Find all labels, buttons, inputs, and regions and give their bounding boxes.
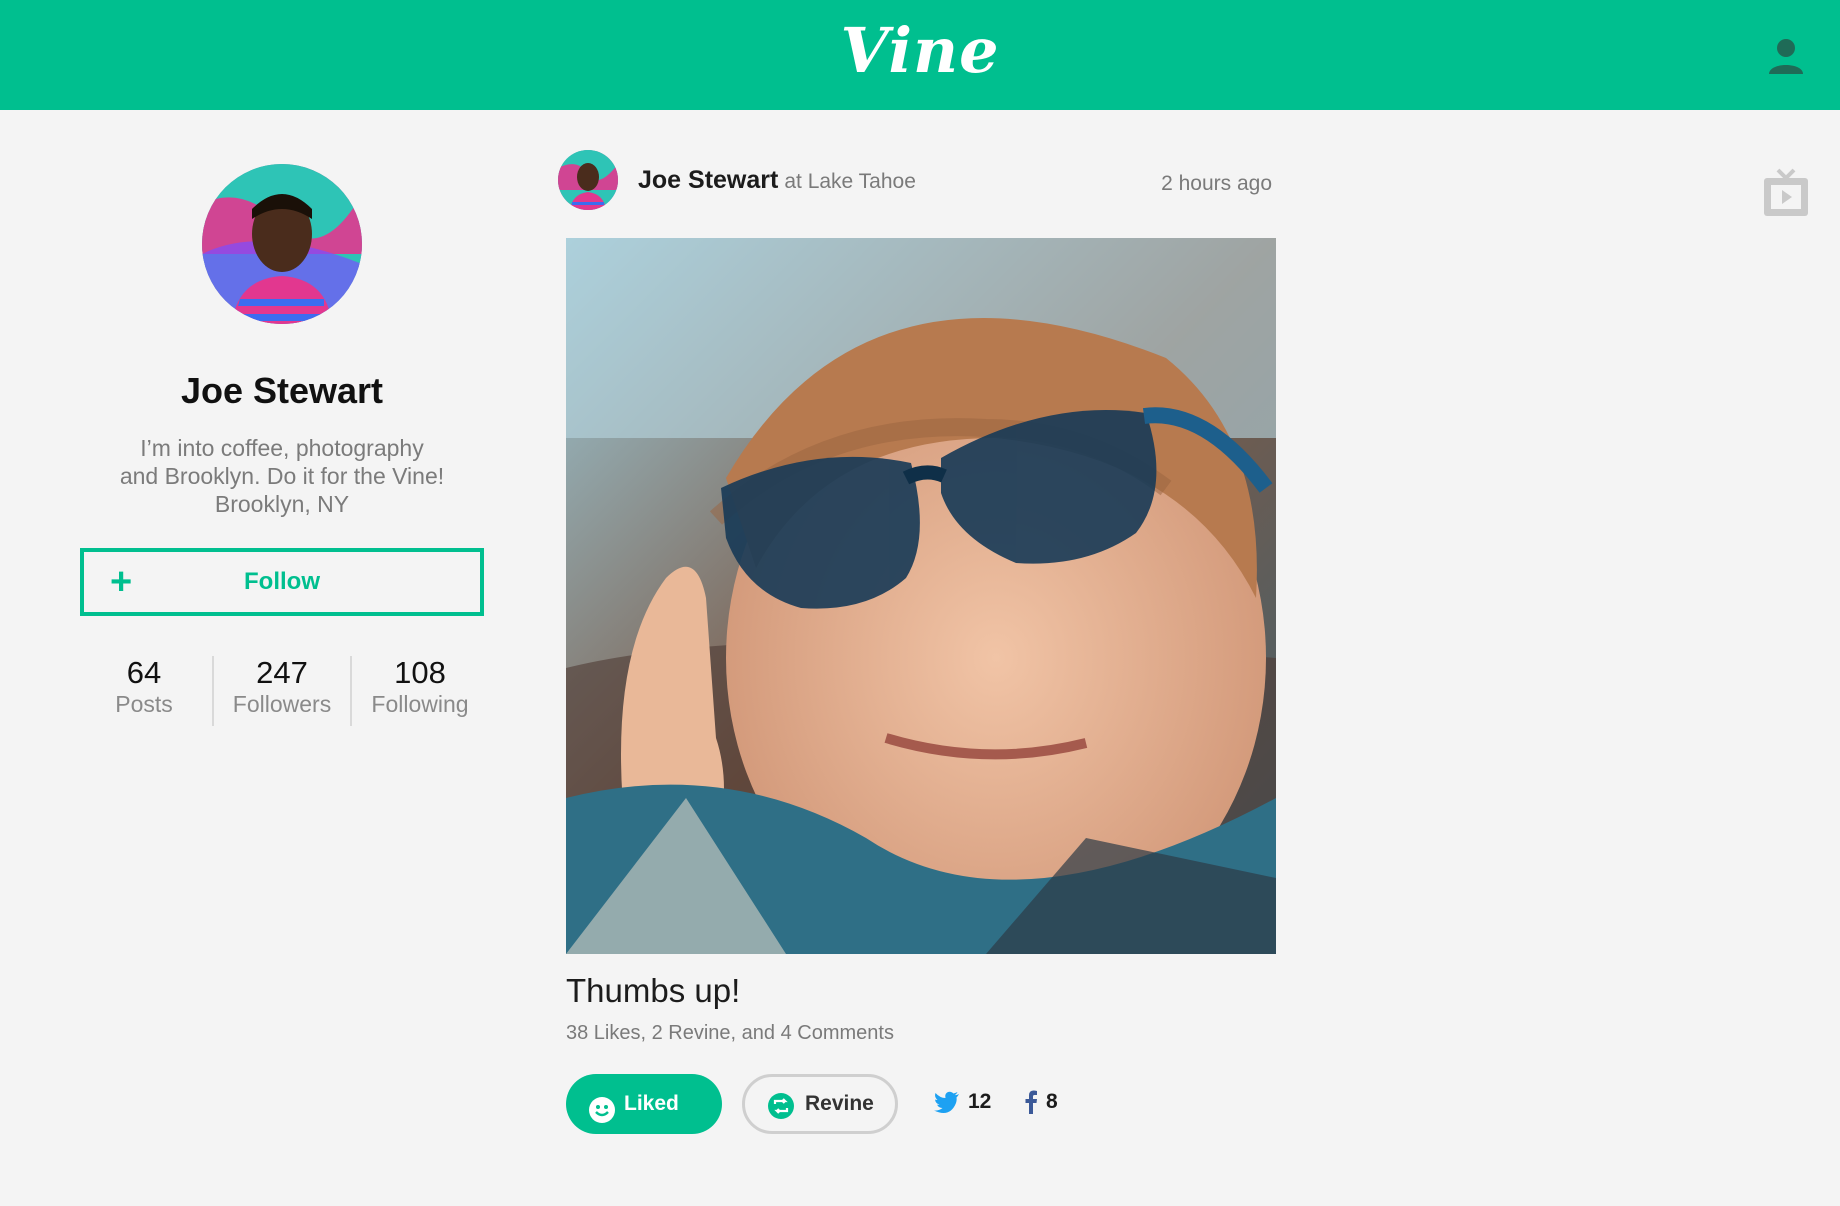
- post-engagement-counts[interactable]: 38 Likes, 2 Revine, and 4 Comments: [566, 1022, 894, 1045]
- liked-label: Liked: [624, 1092, 679, 1115]
- profile-stats: 64 Posts 247 Followers 108 Following: [80, 656, 484, 726]
- tv-icon[interactable]: [1762, 166, 1810, 218]
- stat-followers[interactable]: 247 Followers: [218, 656, 346, 726]
- follow-label: Follow: [244, 568, 320, 595]
- liked-button[interactable]: Liked: [566, 1074, 722, 1134]
- post-caption: Thumbs up!: [566, 972, 741, 1009]
- twitter-count: 12: [968, 1090, 992, 1113]
- profile-avatar[interactable]: [202, 164, 362, 324]
- twitter-share[interactable]: 12: [934, 1090, 991, 1114]
- plus-icon: +: [110, 561, 133, 603]
- stat-value: 247: [256, 655, 308, 690]
- post-header: Joe Stewart at Lake Tahoe 2 hours ago: [558, 150, 1272, 212]
- facebook-icon: [1025, 1090, 1037, 1114]
- divider: [212, 656, 214, 726]
- stat-posts[interactable]: 64 Posts: [80, 656, 208, 726]
- facebook-share[interactable]: 8: [1024, 1090, 1058, 1114]
- post-author[interactable]: Joe Stewart at Lake Tahoe: [638, 166, 916, 195]
- stat-label: Posts: [115, 691, 173, 717]
- revine-label: Revine: [805, 1092, 874, 1115]
- author-avatar[interactable]: [558, 150, 618, 210]
- revine-icon: [768, 1093, 794, 1119]
- profile-name: Joe Stewart: [180, 370, 384, 411]
- author-name[interactable]: Joe Stewart: [638, 166, 778, 194]
- stat-label: Following: [371, 691, 469, 717]
- profile-bio: I’m into coffee, photography and Brookly…: [80, 434, 484, 518]
- facebook-count: 8: [1046, 1090, 1058, 1113]
- stat-label: Followers: [232, 691, 332, 717]
- revine-button[interactable]: Revine: [742, 1074, 898, 1134]
- divider: [350, 656, 352, 726]
- vine-logo[interactable]: Vine: [0, 14, 1840, 87]
- smile-icon: [589, 1097, 615, 1123]
- bio-line-1: I’m into coffee, photography: [140, 435, 424, 461]
- top-bar: Vine: [0, 0, 1840, 110]
- twitter-icon: [934, 1091, 959, 1113]
- profile-location: Brooklyn, NY: [214, 491, 350, 517]
- follow-button[interactable]: + Follow: [80, 548, 484, 616]
- profile-sidebar: Joe Stewart I’m into coffee, photography…: [80, 164, 484, 726]
- stat-following[interactable]: 108 Following: [356, 656, 484, 726]
- user-profile-icon[interactable]: [1766, 36, 1806, 76]
- post-location[interactable]: at Lake Tahoe: [784, 170, 916, 193]
- stat-value: 108: [394, 655, 446, 690]
- post-timestamp: 2 hours ago: [1161, 172, 1272, 195]
- post-video[interactable]: [566, 238, 1276, 954]
- stat-value: 64: [126, 655, 162, 690]
- bio-line-2: and Brooklyn. Do it for the Vine!: [119, 463, 445, 489]
